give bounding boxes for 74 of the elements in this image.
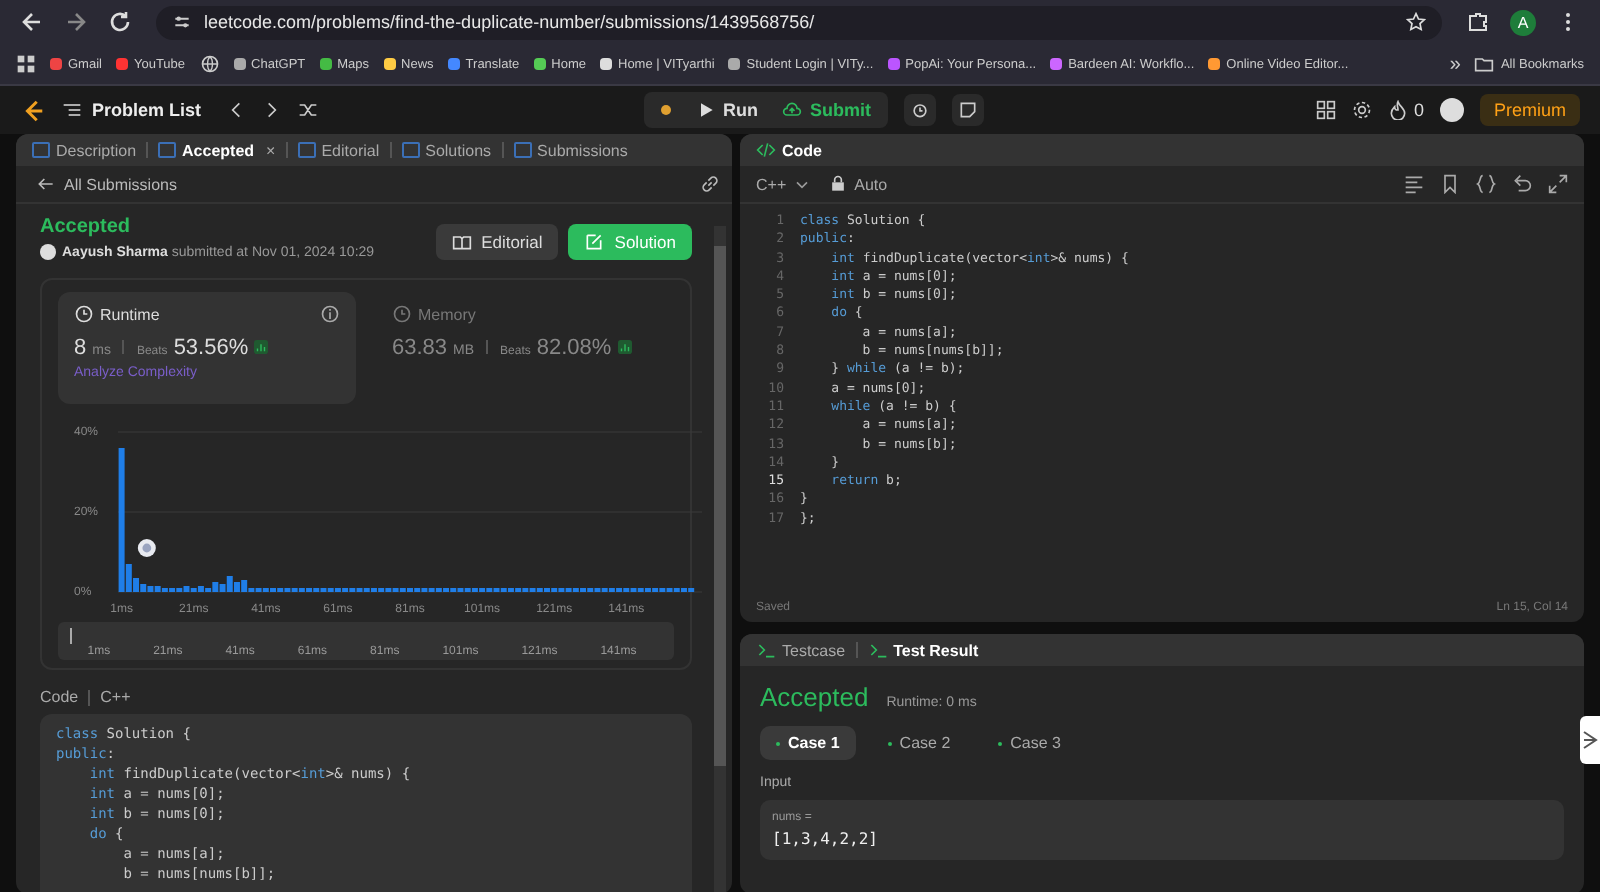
profile-avatar[interactable]: A bbox=[1510, 9, 1536, 35]
stat-title: Runtime bbox=[74, 304, 160, 324]
clock-icon bbox=[74, 304, 94, 324]
terminal-icon bbox=[867, 640, 888, 660]
globe-icon[interactable] bbox=[199, 54, 220, 74]
info-icon[interactable] bbox=[320, 304, 340, 324]
streak-counter[interactable]: 0 bbox=[1387, 100, 1424, 120]
back-icon[interactable] bbox=[20, 10, 44, 34]
panel-tab[interactable]: Editorial bbox=[297, 141, 380, 159]
stat-title: Memory bbox=[392, 304, 476, 324]
mode-label[interactable]: Auto bbox=[828, 174, 888, 194]
panel-tab[interactable]: Accepted × bbox=[158, 141, 276, 159]
run-button[interactable]: Run bbox=[691, 96, 763, 124]
submit-button[interactable]: Submit bbox=[778, 96, 876, 124]
address-bar[interactable]: leetcode.com/problems/find-the-duplicate-number/submissions/1439568756/ bbox=[156, 5, 1442, 39]
link-icon[interactable] bbox=[700, 174, 720, 194]
back-arrow-icon bbox=[36, 174, 56, 194]
submission-status: Accepted bbox=[40, 216, 133, 238]
terminal-icon bbox=[756, 640, 776, 660]
panel-tab[interactable]: Description bbox=[32, 141, 137, 159]
beats-percent: 82.08% bbox=[536, 336, 612, 360]
settings-icon[interactable] bbox=[1351, 100, 1372, 120]
premium-button[interactable]: Premium bbox=[1479, 94, 1580, 126]
apps-icon[interactable] bbox=[16, 54, 36, 74]
reload-icon[interactable] bbox=[108, 10, 132, 34]
note-icon[interactable] bbox=[951, 94, 984, 126]
code-icon bbox=[756, 140, 776, 160]
forward-icon[interactable] bbox=[64, 10, 88, 34]
case-tab[interactable]: Case 1 bbox=[760, 726, 856, 760]
chart-badge-icon bbox=[254, 340, 269, 354]
expand-icon[interactable] bbox=[1548, 174, 1568, 194]
undo-icon[interactable] bbox=[1512, 174, 1532, 194]
edit-icon bbox=[584, 232, 605, 252]
panel-tab[interactable]: Solutions bbox=[401, 141, 492, 159]
stat-value: 8 bbox=[74, 336, 87, 360]
panel-tab[interactable]: Testcase bbox=[756, 640, 846, 660]
shuffle-icon[interactable] bbox=[297, 100, 318, 120]
braces-icon[interactable] bbox=[1476, 174, 1496, 194]
clock-icon bbox=[392, 304, 412, 324]
more-bookmarks[interactable]: » bbox=[1449, 53, 1461, 75]
hover-marker bbox=[137, 539, 156, 557]
result-status: Accepted bbox=[760, 682, 869, 712]
cloud-upload-icon bbox=[782, 100, 803, 120]
stat-value: 63.83 bbox=[392, 336, 448, 360]
code-label: Code bbox=[40, 688, 79, 706]
play-icon bbox=[695, 100, 716, 120]
panel-tab[interactable]: Test Result bbox=[867, 640, 979, 660]
panel-tab[interactable]: Submissions bbox=[513, 141, 628, 159]
list-icon bbox=[62, 100, 82, 120]
beats-percent: 53.56% bbox=[173, 336, 249, 360]
lock-icon bbox=[828, 174, 849, 194]
case-tab[interactable]: Case 3 bbox=[982, 726, 1078, 760]
star-icon[interactable] bbox=[1406, 12, 1426, 32]
case-tab[interactable]: Case 2 bbox=[871, 726, 967, 760]
param-value: [1,3,4,2,2] bbox=[772, 830, 880, 848]
extensions-icon[interactable] bbox=[1466, 10, 1490, 34]
book-icon bbox=[451, 232, 472, 252]
language-label: C++ bbox=[100, 688, 131, 706]
bookmark-icon[interactable] bbox=[1440, 174, 1460, 194]
author-avatar bbox=[40, 244, 56, 260]
editorial-button[interactable]: Editorial bbox=[435, 224, 559, 260]
format-icon[interactable] bbox=[1404, 174, 1424, 194]
all-submissions-link[interactable]: All Submissions bbox=[36, 174, 177, 194]
user-avatar[interactable] bbox=[1439, 98, 1464, 122]
alarm-icon[interactable] bbox=[903, 94, 936, 126]
logo-icon[interactable] bbox=[20, 97, 46, 123]
side-widget-icon[interactable] bbox=[1580, 716, 1600, 764]
problem-list-link[interactable]: Problem List bbox=[62, 100, 202, 120]
layout-icon[interactable] bbox=[1315, 100, 1336, 120]
site-settings-icon[interactable] bbox=[172, 12, 192, 32]
code-tab[interactable]: Code bbox=[756, 140, 822, 160]
chart-badge-icon bbox=[617, 340, 632, 354]
folder-icon bbox=[1474, 54, 1495, 74]
language-dropdown[interactable]: C++ bbox=[756, 174, 813, 194]
